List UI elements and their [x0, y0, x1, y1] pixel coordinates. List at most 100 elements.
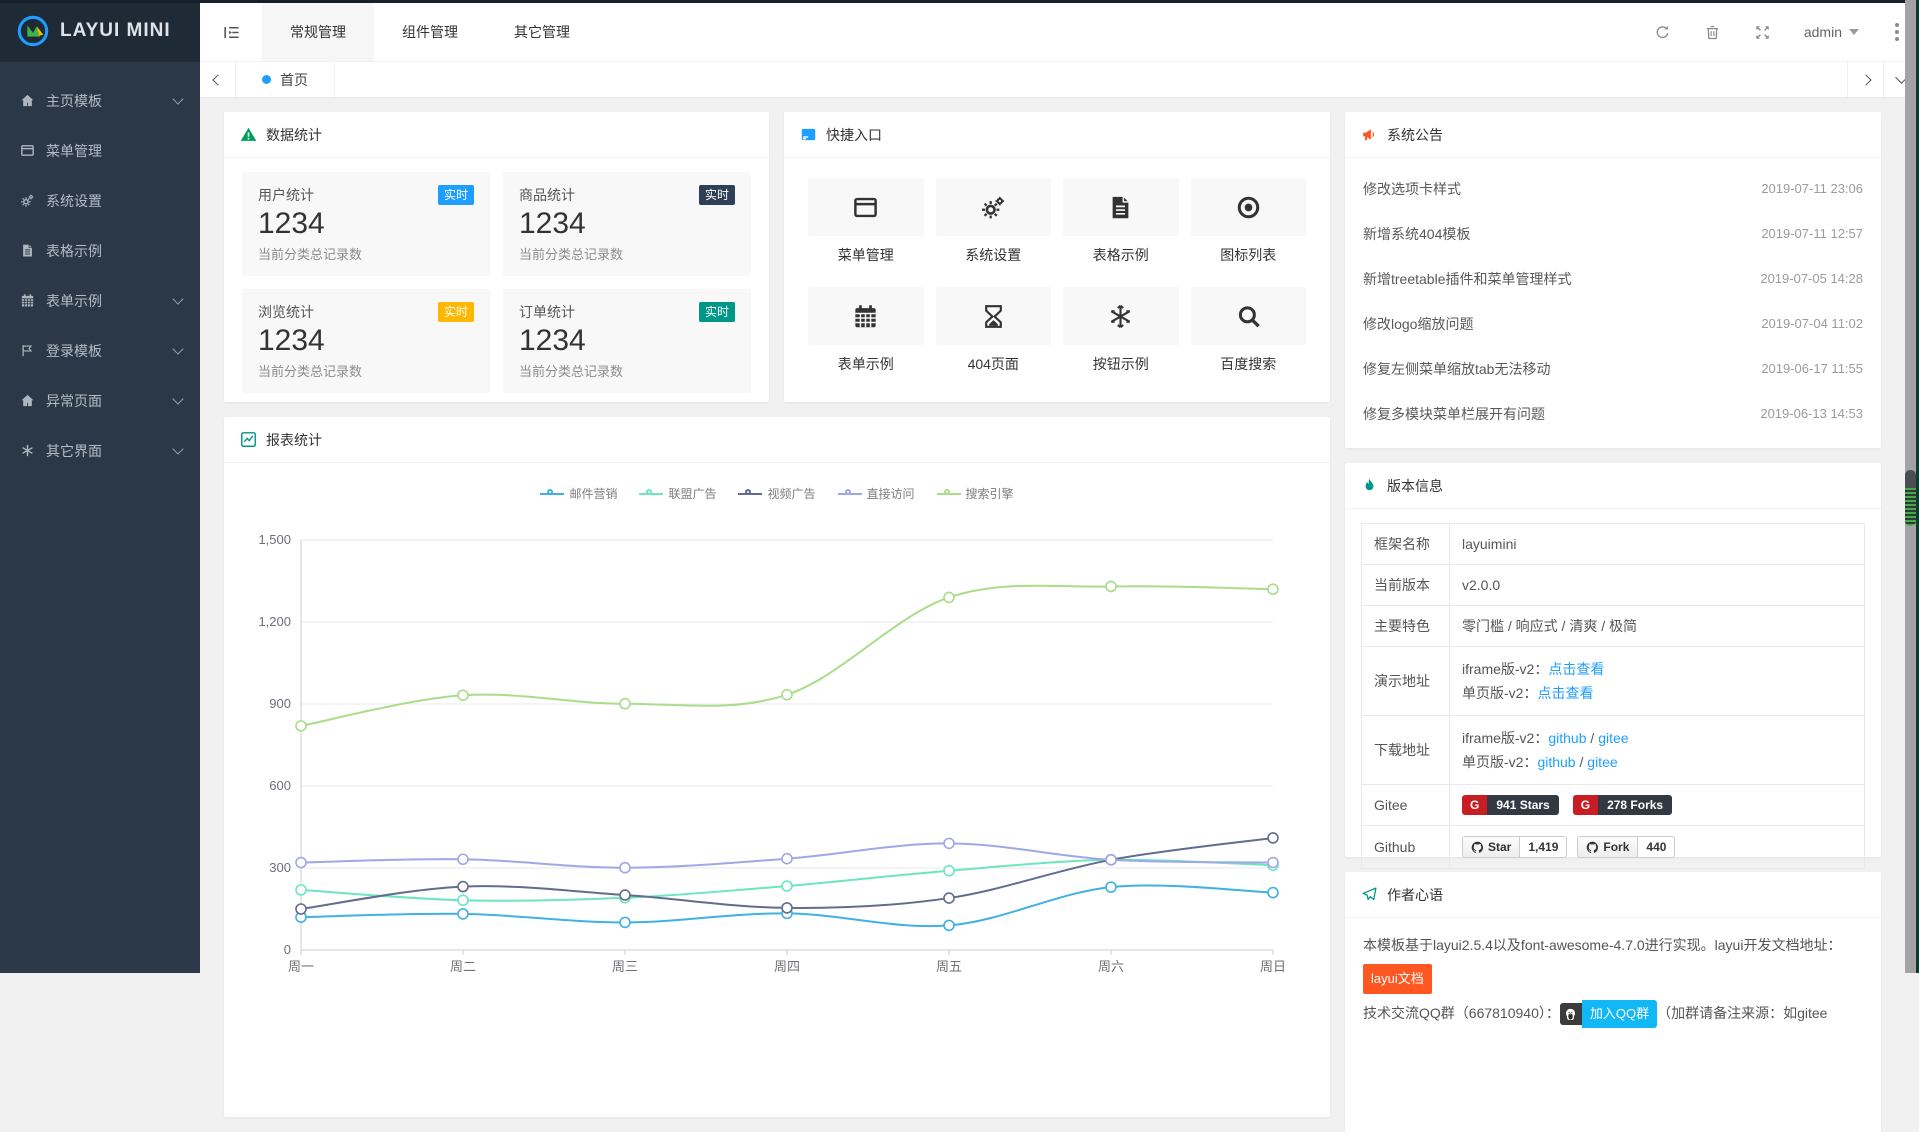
layui-doc-badge[interactable]: layui文档 [1363, 964, 1432, 994]
quick-entry-grid: 菜单管理系统设置表格示例图标列表表单示例404页面按钮示例百度搜索 [784, 158, 1330, 394]
sidebar-item-label: 表单示例 [46, 291, 174, 311]
line-chart[interactable]: 03006009001,2001,500周一周二周三周四周五周六周日 [239, 510, 1315, 980]
notice-row[interactable]: 修改logo缩放问题2019-07-04 11:02 [1363, 301, 1863, 346]
panel-title: 数据统计 [266, 125, 322, 145]
clear-cache-button[interactable] [1688, 3, 1738, 61]
version-row-当前版本: 当前版本v2.0.0 [1362, 565, 1865, 606]
notice-row[interactable]: 新增treetable插件和菜单管理样式2019-07-05 14:28 [1363, 256, 1863, 301]
hourglass-icon [980, 303, 1007, 330]
chevron-down-icon [172, 343, 183, 354]
gitee-badge[interactable]: G941 Stars [1462, 795, 1559, 815]
quick-entry-label: 系统设置 [936, 245, 1052, 265]
quick-entry-菜单管理[interactable]: 菜单管理 [808, 178, 924, 265]
sidebar-item-表单示例[interactable]: 表单示例 [0, 276, 200, 326]
notice-text: 新增treetable插件和菜单管理样式 [1363, 269, 1571, 289]
github-octocat-icon [1471, 841, 1484, 854]
bullhorn-icon [1361, 126, 1378, 143]
sidebar-item-登录模板[interactable]: 登录模板 [0, 326, 200, 376]
notice-row[interactable]: 修改选项卡样式2019-07-11 23:06 [1363, 166, 1863, 211]
chevron-down-icon [172, 443, 183, 454]
stat-value: 1234 [519, 207, 735, 241]
realtime-badge: 实时 [699, 185, 735, 205]
file-icon [20, 243, 36, 259]
sidebar-menu: 主页模板菜单管理系统设置表格示例表单示例登录模板异常页面其它界面 [0, 62, 200, 476]
scrollbar-thumb[interactable] [1905, 470, 1916, 526]
notice-text: 修复多模块菜单栏展开有问题 [1363, 404, 1545, 424]
data-statistics-panel: 数据统计 用户统计实时1234当前分类总记录数商品统计实时1234当前分类总记录… [224, 112, 769, 402]
github-Fork-widget[interactable]: Fork440 [1577, 836, 1675, 858]
stat-cards-grid: 用户统计实时1234当前分类总记录数商品统计实时1234当前分类总记录数浏览统计… [224, 158, 769, 407]
calendar-icon [852, 303, 879, 330]
quick-entry-图标列表[interactable]: 图标列表 [1191, 178, 1307, 265]
notice-time: 2019-07-11 12:57 [1761, 226, 1863, 241]
header-menu-tabs: 常规管理组件管理其它管理 [262, 3, 598, 61]
notice-row[interactable]: 新增系统404模板 2019-07-11 12:57 [1363, 211, 1863, 256]
legend-item-联盟广告[interactable]: 联盟广告 [639, 485, 716, 502]
legend-item-视频广告[interactable]: 视频广告 [738, 485, 815, 502]
version-row-框架名称: 框架名称layuimini [1362, 524, 1865, 565]
tab-home[interactable]: 首页 [236, 62, 335, 97]
link-点击查看[interactable]: 点击查看 [1537, 685, 1593, 701]
link-github[interactable]: github [1548, 730, 1586, 746]
app-title: LAYUI MINI [60, 20, 171, 42]
gears-icon [20, 193, 36, 209]
sidebar-item-其它界面[interactable]: 其它界面 [0, 426, 200, 476]
fullscreen-button[interactable] [1738, 3, 1788, 61]
sidebar-item-异常页面[interactable]: 异常页面 [0, 376, 200, 426]
panel-header: 报表统计 [224, 417, 1330, 463]
refresh-icon [1654, 24, 1671, 41]
logo[interactable]: LAYUI MINI [0, 0, 200, 62]
sidebar-item-主页模板[interactable]: 主页模板 [0, 76, 200, 126]
legend-label: 直接访问 [867, 485, 915, 502]
notice-text: 新增系统404模板 [1363, 224, 1470, 244]
legend-label: 邮件营销 [569, 485, 617, 502]
quick-entry-百度搜索[interactable]: 百度搜索 [1191, 287, 1307, 374]
tabs-scroll-right-button[interactable] [1847, 62, 1883, 97]
gitee-badge[interactable]: G278 Forks [1573, 795, 1672, 815]
author-text: 本模板基于layui2.5.4以及font-awesome-4.7.0进行实现。… [1345, 918, 1881, 1042]
quick-entry-panel: 快捷入口 菜单管理系统设置表格示例图标列表表单示例404页面按钮示例百度搜索 [784, 112, 1330, 402]
quick-entry-表格示例[interactable]: 表格示例 [1063, 178, 1179, 265]
svg-text:周四: 周四 [774, 959, 800, 974]
version-row-下载地址: 下载地址iframe版-v2：github / gitee单页版-v2：gith… [1362, 716, 1865, 785]
link-gitee[interactable]: gitee [1598, 730, 1628, 746]
github-Star-widget[interactable]: Star1,419 [1462, 836, 1567, 858]
link-点击查看[interactable]: 点击查看 [1548, 661, 1604, 677]
header-tab-常规管理[interactable]: 常规管理 [262, 3, 374, 61]
notice-row[interactable]: 修复多模块菜单栏展开有问题2019-06-13 14:53 [1363, 391, 1863, 436]
version-row-label: 框架名称 [1362, 524, 1450, 565]
quick-entry-系统设置[interactable]: 系统设置 [936, 178, 1052, 265]
notice-row[interactable]: 修复左侧菜单缩放tab无法移动2019-06-17 11:55 [1363, 346, 1863, 391]
quick-entry-表单示例[interactable]: 表单示例 [808, 287, 924, 374]
quick-entry-按钮示例[interactable]: 按钮示例 [1063, 287, 1179, 374]
chevron-left-icon [212, 74, 223, 85]
vertical-scrollbar[interactable] [1905, 0, 1916, 973]
quick-entry-404页面[interactable]: 404页面 [936, 287, 1052, 374]
link-gitee[interactable]: gitee [1587, 754, 1617, 770]
sidebar-item-表格示例[interactable]: 表格示例 [0, 226, 200, 276]
link-github[interactable]: github [1537, 754, 1575, 770]
stat-caption: 当前分类总记录数 [519, 244, 735, 263]
legend-item-直接访问[interactable]: 直接访问 [838, 485, 915, 502]
header-tab-其它管理[interactable]: 其它管理 [486, 3, 598, 61]
github-count: 1,419 [1520, 836, 1567, 858]
svg-text:周五: 周五 [936, 959, 962, 974]
header-tab-组件管理[interactable]: 组件管理 [374, 3, 486, 61]
author-line2-prefix: 技术交流QQ群（667810940）： [1363, 1005, 1560, 1021]
legend-item-搜索引擎[interactable]: 搜索引擎 [937, 485, 1014, 502]
user-name: admin [1804, 24, 1842, 40]
user-dropdown[interactable]: admin [1788, 3, 1875, 61]
refresh-button[interactable] [1638, 3, 1688, 61]
panel-header: 作者心语 [1345, 872, 1881, 918]
calendar-icon [20, 293, 36, 309]
sidebar-item-菜单管理[interactable]: 菜单管理 [0, 126, 200, 176]
qq-penguin-icon [1560, 1003, 1582, 1025]
legend-item-邮件营销[interactable]: 邮件营销 [540, 485, 617, 502]
tabs-scroll-left-button[interactable] [200, 62, 236, 97]
sidebar-item-系统设置[interactable]: 系统设置 [0, 176, 200, 226]
notice-text: 修改logo缩放问题 [1363, 314, 1473, 334]
warning-triangle-icon [240, 126, 257, 143]
collapse-sidebar-button[interactable] [200, 3, 262, 61]
chart-area: 03006009001,2001,500周一周二周三周四周五周六周日 [224, 502, 1330, 983]
join-qq-group-badge[interactable]: 加入QQ群 [1582, 1000, 1657, 1028]
